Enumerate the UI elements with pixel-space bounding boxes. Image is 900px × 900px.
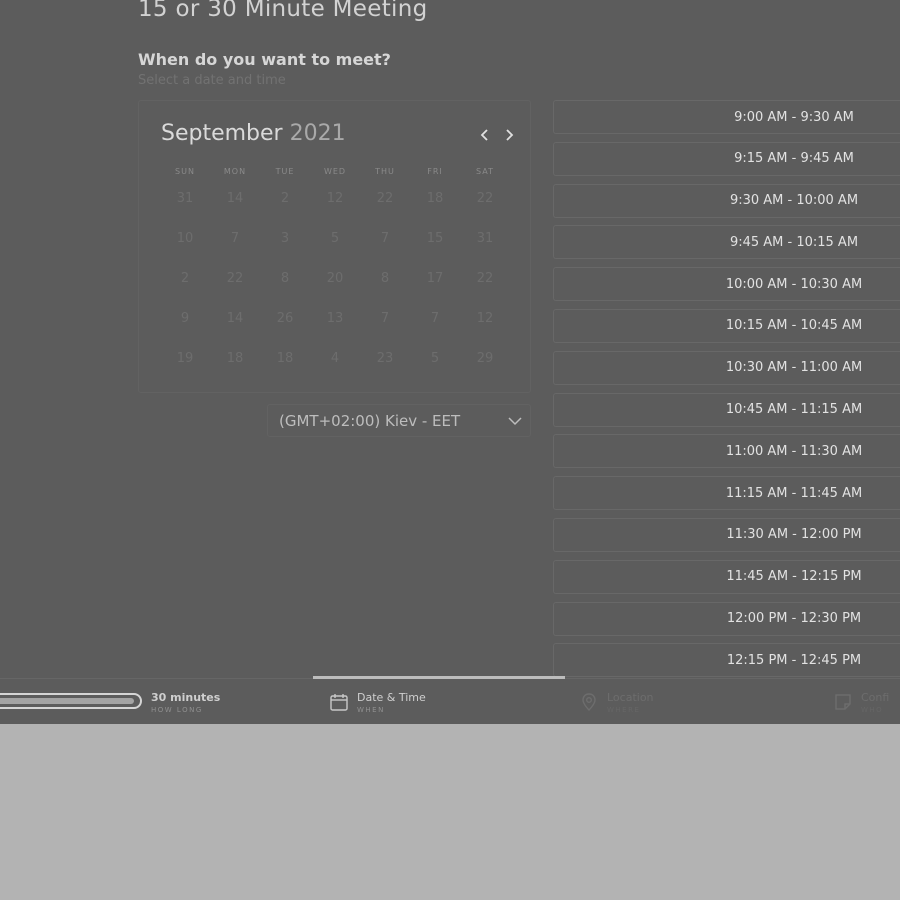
- calendar-week-row: 19 18 18 4 23 5 29: [160, 348, 510, 388]
- calendar-day[interactable]: 19: [160, 348, 210, 388]
- calendar-day[interactable]: 8: [360, 268, 410, 308]
- time-slot-button[interactable]: 11:30 AM - 12:00 PM: [553, 517, 900, 552]
- step-date-time-sub: WHEN: [357, 705, 385, 714]
- calendar-day[interactable]: 7: [410, 308, 460, 348]
- calendar-day[interactable]: 5: [310, 228, 360, 268]
- calendar-day[interactable]: 2: [160, 268, 210, 308]
- weekday-label: WED: [323, 167, 347, 176]
- calendar-day[interactable]: 7: [360, 308, 410, 348]
- weekday-label: SAT: [476, 167, 494, 176]
- calendar-day[interactable]: 22: [460, 188, 510, 228]
- chevron-right-icon: [506, 129, 514, 141]
- time-slot-button[interactable]: 11:00 AM - 11:30 AM: [553, 434, 900, 469]
- calendar-day[interactable]: 3: [260, 228, 310, 268]
- weekday-label: TUE: [275, 167, 295, 176]
- calendar-week-row: 2 22 8 20 8 17 22: [160, 268, 510, 308]
- calendar-icon: [330, 694, 348, 711]
- time-slot-button[interactable]: 10:15 AM - 10:45 AM: [553, 308, 900, 343]
- step-confirm-label: Confi: [861, 690, 890, 704]
- calendar-day[interactable]: 7: [360, 228, 410, 268]
- calendar-day[interactable]: 22: [360, 188, 410, 228]
- calendar-day[interactable]: 7: [210, 228, 260, 268]
- calendar-day[interactable]: 17: [410, 268, 460, 308]
- calendar-day[interactable]: 22: [460, 268, 510, 308]
- section-hint: Select a date and time: [138, 73, 286, 88]
- timezone-select[interactable]: (GMT+02:00) Kiev - EET: [267, 404, 531, 437]
- calendar-day[interactable]: 31: [160, 188, 210, 228]
- step-duration[interactable]: 30 minutes HOW LONG: [0, 679, 300, 724]
- weekday-label: MON: [223, 167, 247, 176]
- time-slot-button[interactable]: 12:15 PM - 12:45 PM: [553, 643, 900, 678]
- step-confirm[interactable]: Confi WHO: [833, 679, 889, 724]
- time-slot-button[interactable]: 10:45 AM - 11:15 AM: [553, 392, 900, 427]
- page-title: 15 or 30 Minute Meeting: [138, 0, 428, 22]
- scheduler-app: 15 or 30 Minute Meeting When do you want…: [0, 0, 900, 724]
- step-location-label: Location: [607, 690, 654, 704]
- time-slot-list: 9:00 AM - 9:30 AM 9:15 AM - 9:45 AM 9:30 A…: [553, 100, 900, 685]
- calendar-day[interactable]: 2: [260, 188, 310, 228]
- calendar-day[interactable]: 12: [460, 308, 510, 348]
- weekday-label: SUN: [175, 167, 195, 176]
- chevron-left-icon: [480, 129, 488, 141]
- weekday-label: THU: [375, 167, 395, 176]
- calendar-day[interactable]: 10: [160, 228, 210, 268]
- step-location[interactable]: Location WHERE: [579, 679, 654, 724]
- chevron-down-icon: [508, 417, 522, 426]
- time-slot-button[interactable]: 9:30 AM - 10:00 AM: [553, 183, 900, 218]
- note-icon: [835, 694, 851, 710]
- step-location-sub: WHERE: [607, 705, 641, 714]
- calendar-month-title: September 2021: [161, 121, 346, 146]
- section-question: When do you want to meet?: [138, 50, 391, 69]
- calendar-day[interactable]: 12: [310, 188, 360, 228]
- step-duration-sub: HOW LONG: [151, 705, 203, 714]
- calendar-day[interactable]: 13: [310, 308, 360, 348]
- step-date-time-label: Date & Time: [357, 690, 426, 704]
- calendar-week-row: 10 7 3 5 7 15 31: [160, 228, 510, 268]
- map-pin-icon: [582, 693, 596, 711]
- calendar-day[interactable]: 14: [210, 188, 260, 228]
- calendar-panel: September 2021 SUN MON TUE WED THU FRI SAT 31 1…: [138, 100, 531, 393]
- calendar-month: September: [161, 121, 283, 146]
- calendar-day[interactable]: 26: [260, 308, 310, 348]
- calendar-day[interactable]: 4: [310, 348, 360, 388]
- calendar-day[interactable]: 14: [210, 308, 260, 348]
- calendar-day[interactable]: 20: [310, 268, 360, 308]
- weekday-header: SUN MON TUE WED THU FRI SAT: [160, 167, 510, 176]
- calendar-day[interactable]: 22: [210, 268, 260, 308]
- step-confirm-sub: WHO: [861, 705, 884, 714]
- calendar-week-row: 31 14 2 12 22 18 22: [160, 188, 510, 228]
- time-slot-button[interactable]: 9:00 AM - 9:30 AM: [553, 100, 900, 134]
- time-slot-button[interactable]: 11:15 AM - 11:45 AM: [553, 476, 900, 511]
- weekday-label: FRI: [427, 167, 443, 176]
- next-month-button[interactable]: [499, 125, 519, 145]
- timezone-label: (GMT+02:00) Kiev - EET: [279, 411, 461, 430]
- calendar-day[interactable]: 31: [460, 228, 510, 268]
- calendar-day[interactable]: 29: [460, 348, 510, 388]
- step-date-time[interactable]: Date & Time WHEN: [329, 679, 426, 724]
- calendar-day[interactable]: 23: [360, 348, 410, 388]
- previous-month-button[interactable]: [475, 125, 495, 145]
- time-slot-button[interactable]: 10:30 AM - 11:00 AM: [553, 350, 900, 385]
- calendar-day[interactable]: 18: [410, 188, 460, 228]
- duration-progress-fill: [0, 698, 135, 704]
- step-duration-label: 30 minutes: [151, 690, 221, 704]
- calendar-day[interactable]: 5: [410, 348, 460, 388]
- progress-steps: 30 minutes HOW LONG Date & Time WHEN Loc…: [0, 676, 900, 724]
- time-slot-button[interactable]: 9:45 AM - 10:15 AM: [553, 225, 900, 260]
- calendar-year: 2021: [289, 121, 346, 146]
- calendar-day[interactable]: 18: [210, 348, 260, 388]
- calendar-day[interactable]: 15: [410, 228, 460, 268]
- time-slot-button[interactable]: 12:00 PM - 12:30 PM: [553, 601, 900, 636]
- time-slot-button[interactable]: 11:45 AM - 12:15 PM: [553, 559, 900, 594]
- calendar-day[interactable]: 8: [260, 268, 310, 308]
- calendar-week-row: 9 14 26 13 7 7 12: [160, 308, 510, 348]
- time-slot-button[interactable]: 9:15 AM - 9:45 AM: [553, 141, 900, 176]
- calendar-day[interactable]: 18: [260, 348, 310, 388]
- calendar-day[interactable]: 9: [160, 308, 210, 348]
- time-slot-button[interactable]: 10:00 AM - 10:30 AM: [553, 267, 900, 302]
- duration-progress-bar: [0, 693, 142, 709]
- calendar-grid: 31 14 2 12 22 18 22 10 7 3 5 7 15 31 2 22 8 20 8 17 22 9 14 26 1…: [160, 188, 510, 388]
